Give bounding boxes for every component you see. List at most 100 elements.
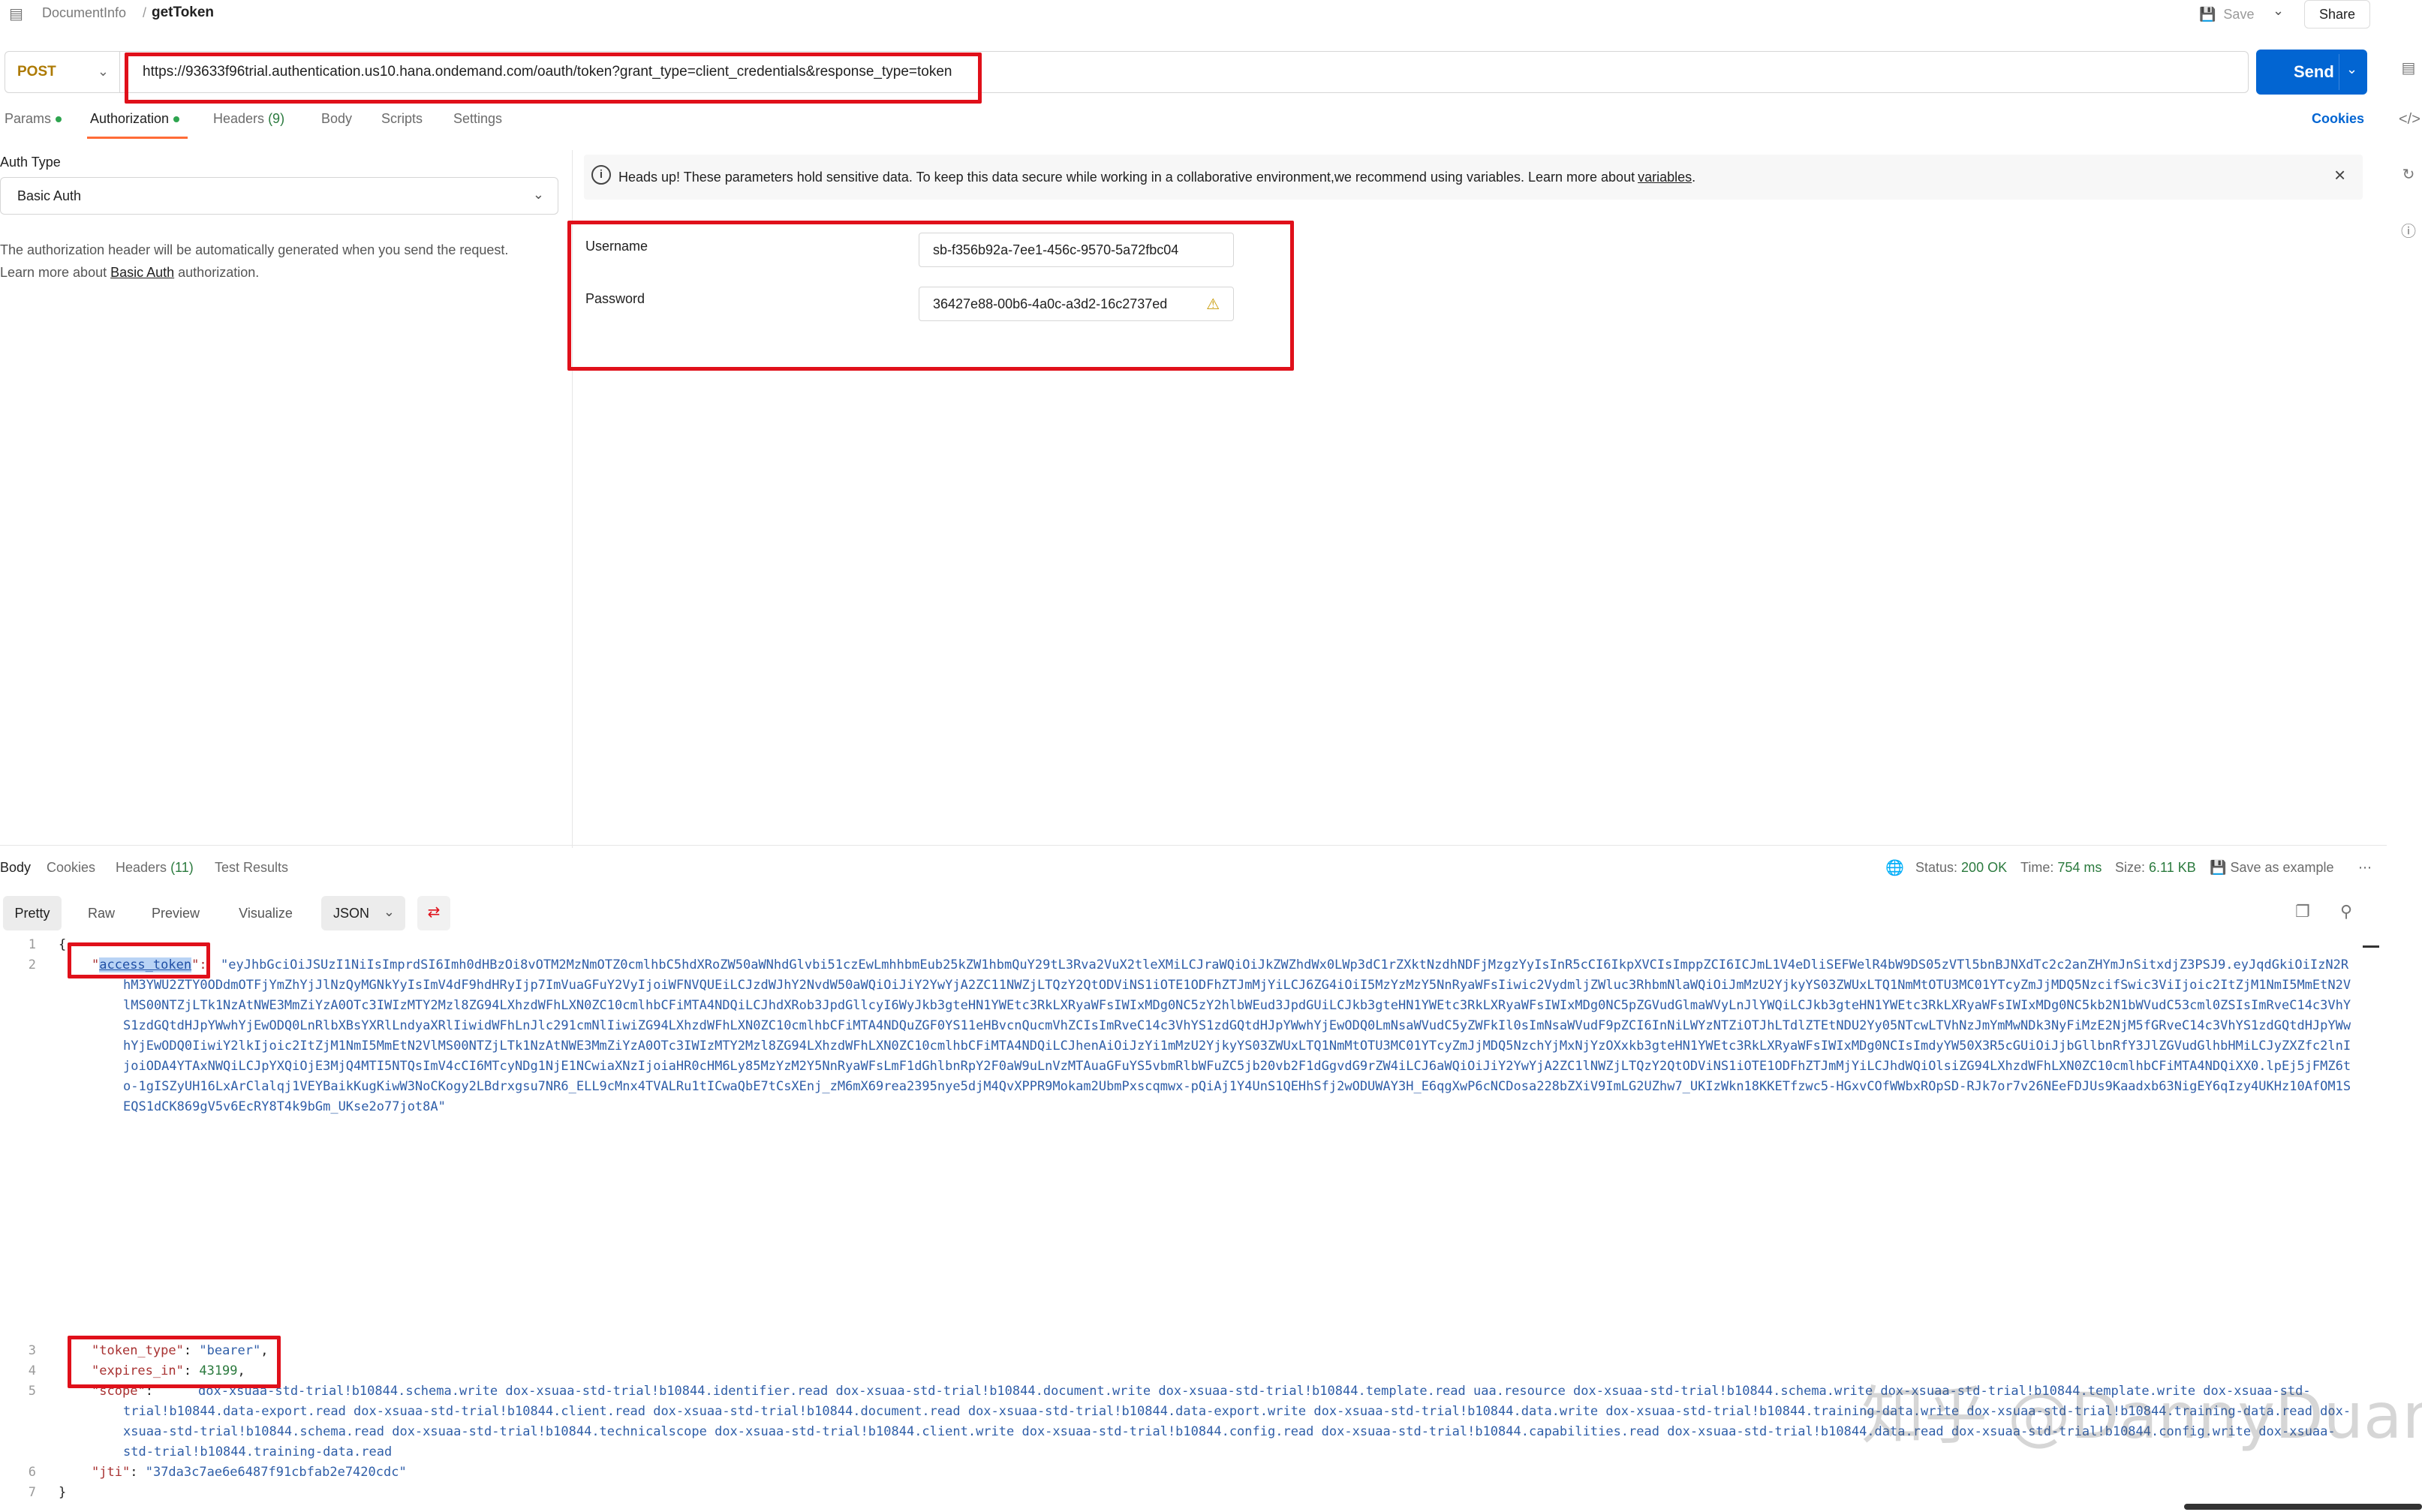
chevron-down-icon: ⌄ bbox=[97, 64, 109, 79]
save-as-example-button[interactable]: 💾 Save as example bbox=[2210, 860, 2334, 876]
view-raw[interactable]: Raw bbox=[72, 896, 131, 930]
json-open-brace: { bbox=[59, 937, 67, 952]
credentials-highlight-box bbox=[567, 221, 1294, 371]
response-tab-cookies[interactable]: Cookies bbox=[47, 860, 95, 876]
send-chevron-down-icon[interactable]: ⌄ bbox=[2346, 62, 2357, 77]
auth-type-label: Auth Type bbox=[0, 155, 61, 170]
view-preview[interactable]: Preview bbox=[141, 896, 210, 930]
response-tab-headers[interactable]: Headers (11) bbox=[116, 860, 194, 876]
cookies-link[interactable]: Cookies bbox=[2312, 111, 2364, 127]
response-divider bbox=[0, 845, 2387, 846]
send-label: Send bbox=[2294, 62, 2334, 81]
help-post: authorization. bbox=[174, 265, 260, 280]
line-number: 7 bbox=[28, 1485, 36, 1500]
auth-help-line2: Learn more about Basic Auth authorizatio… bbox=[0, 261, 563, 284]
more-icon[interactable]: ⋯ bbox=[2358, 860, 2372, 876]
save-icon: 💾 bbox=[2199, 6, 2216, 22]
breadcrumb-separator: / bbox=[143, 5, 147, 20]
save-button[interactable]: 💾 Save bbox=[2199, 2, 2274, 27]
line-number: 1 bbox=[28, 937, 36, 952]
method-value: POST bbox=[17, 64, 56, 80]
watermark: 知乎 @DannyDuan bbox=[1861, 1379, 2422, 1453]
json-line-jti: "jti": "37da3c7ae6e6487f91cbfab2e7420cdc… bbox=[92, 1465, 407, 1480]
view-visualize[interactable]: Visualize bbox=[224, 896, 308, 930]
banner-end: . bbox=[1692, 169, 1696, 185]
send-button[interactable]: Send ⌄ bbox=[2256, 50, 2367, 95]
wrap-lines-icon[interactable]: ⇄ bbox=[417, 896, 450, 930]
tab-params[interactable]: Params bbox=[5, 111, 62, 127]
copy-icon[interactable]: ❐ bbox=[2295, 902, 2310, 921]
save-as-example-label: Save as example bbox=[2230, 860, 2334, 875]
tab-params-label: Params bbox=[5, 111, 52, 126]
json-close-brace: } bbox=[59, 1485, 67, 1500]
line-number: 3 bbox=[28, 1343, 36, 1358]
auth-type-value: Basic Auth bbox=[17, 188, 82, 203]
response-tab-body[interactable]: Body bbox=[0, 860, 31, 876]
token-meta-highlight-box bbox=[68, 1336, 281, 1388]
time-label: Time: bbox=[2020, 860, 2054, 875]
close-icon[interactable]: × bbox=[2334, 164, 2345, 187]
access-token-value: "eyJhbGciOiJSUzI1NiIsImprdSI6Imh0dHBzOi8… bbox=[123, 957, 2351, 1114]
line-number: 5 bbox=[28, 1384, 36, 1399]
response-headers-count: (11) bbox=[170, 860, 194, 875]
sensitive-data-banner: Heads up! These parameters hold sensitiv… bbox=[584, 155, 2363, 200]
search-icon[interactable]: ⚲ bbox=[2340, 902, 2352, 921]
line-number: 4 bbox=[28, 1363, 36, 1378]
tab-authorization-label: Authorization bbox=[90, 111, 170, 126]
line-number: 2 bbox=[28, 957, 36, 972]
tab-headers[interactable]: Headers (9) bbox=[213, 111, 284, 127]
share-button[interactable]: Share bbox=[2304, 0, 2370, 29]
tab-authorization[interactable]: Authorization bbox=[90, 111, 180, 127]
banner-text: Heads up! These parameters hold sensitiv… bbox=[618, 169, 1635, 185]
response-headers-label: Headers bbox=[116, 860, 167, 875]
scroll-thumb-mark bbox=[2363, 945, 2379, 948]
save-dropdown-chevron-icon[interactable]: ⌄ bbox=[2273, 3, 2284, 19]
format-select[interactable]: JSON ⌄ bbox=[321, 896, 405, 930]
jti-key: jti bbox=[99, 1465, 122, 1480]
save-label: Save bbox=[2223, 6, 2255, 22]
active-tab-underline bbox=[87, 137, 188, 139]
documentation-icon[interactable]: ▤ bbox=[2399, 59, 2418, 78]
time-readout[interactable]: Time: 754 ms bbox=[2020, 860, 2102, 876]
status-dot-icon bbox=[56, 116, 62, 123]
size-readout[interactable]: Size: 6.11 KB bbox=[2115, 860, 2196, 876]
line-number: 6 bbox=[28, 1465, 36, 1480]
breadcrumb-parent[interactable]: DocumentInfo bbox=[42, 5, 126, 21]
tab-body[interactable]: Body bbox=[321, 111, 352, 127]
breadcrumb-current[interactable]: getToken bbox=[152, 5, 214, 21]
auth-type-select[interactable]: Basic Auth ⌄ bbox=[0, 177, 558, 215]
tab-settings[interactable]: Settings bbox=[453, 111, 502, 127]
tab-headers-label: Headers bbox=[213, 111, 265, 126]
variables-link[interactable]: variables bbox=[1638, 170, 1692, 185]
response-tab-test-results[interactable]: Test Results bbox=[215, 860, 288, 876]
help-pre: Learn more about bbox=[0, 265, 111, 280]
url-highlight-box bbox=[125, 53, 982, 104]
globe-icon[interactable]: 🌐 bbox=[1885, 858, 1904, 877]
tab-scripts[interactable]: Scripts bbox=[381, 111, 423, 127]
view-pretty[interactable]: Pretty bbox=[3, 896, 62, 930]
chevron-down-icon: ⌄ bbox=[383, 904, 395, 919]
tab-headers-count: (9) bbox=[268, 111, 285, 126]
auth-help-text: The authorization header will be automat… bbox=[0, 239, 563, 284]
collection-icon: ▤ bbox=[9, 6, 23, 23]
format-value: JSON bbox=[333, 905, 370, 921]
size-value: 6.11 KB bbox=[2149, 860, 2196, 875]
status-value: 200 OK bbox=[1961, 860, 2008, 875]
jti-value: 37da3c7ae6e6487f91cbfab2e7420cdc bbox=[152, 1465, 399, 1480]
horizontal-scrollbar[interactable] bbox=[2184, 1504, 2422, 1510]
basic-auth-link[interactable]: Basic Auth bbox=[110, 265, 174, 280]
status-label: Status: bbox=[1915, 860, 1958, 875]
access-token-highlight-box bbox=[68, 942, 210, 978]
method-select[interactable]: POST ⌄ bbox=[5, 51, 120, 93]
info-icon: i bbox=[591, 165, 611, 185]
time-value: 754 ms bbox=[2057, 860, 2102, 875]
status-dot-icon bbox=[173, 116, 180, 123]
chevron-down-icon: ⌄ bbox=[532, 187, 544, 202]
info-icon[interactable]: ⓘ bbox=[2399, 219, 2418, 240]
auth-help-line1: The authorization header will be automat… bbox=[0, 242, 509, 257]
code-icon[interactable]: </> bbox=[2399, 111, 2420, 131]
size-label: Size: bbox=[2115, 860, 2146, 875]
save-icon: 💾 bbox=[2210, 860, 2227, 875]
status-readout[interactable]: Status: 200 OK bbox=[1915, 860, 2007, 876]
related-icon[interactable]: ↻ bbox=[2399, 165, 2418, 185]
